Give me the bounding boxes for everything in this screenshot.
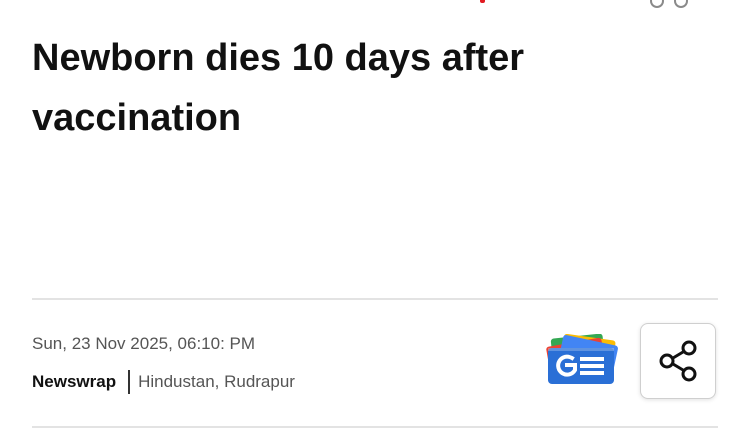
google-news-icon bbox=[546, 333, 618, 384]
byline-location: Hindustan, Rudrapur bbox=[138, 372, 295, 391]
circle-icon[interactable] bbox=[650, 0, 664, 8]
source-link[interactable]: Newswrap bbox=[32, 372, 116, 392]
share-button[interactable] bbox=[640, 323, 716, 399]
red-accent-mark bbox=[480, 0, 485, 3]
divider-top bbox=[32, 298, 718, 300]
article-headline: Newborn dies 10 days after vaccination bbox=[32, 37, 525, 139]
google-news-button[interactable] bbox=[544, 333, 620, 390]
circle-icon[interactable] bbox=[674, 0, 688, 8]
divider-bottom bbox=[32, 426, 718, 428]
publish-timestamp: Sun, 23 Nov 2025, 06:10: PM bbox=[32, 334, 256, 353]
top-strip bbox=[0, 0, 750, 8]
share-icon bbox=[659, 340, 697, 382]
byline-separator bbox=[128, 370, 131, 394]
byline: Newswrap Hindustan, Rudrapur bbox=[32, 370, 295, 394]
